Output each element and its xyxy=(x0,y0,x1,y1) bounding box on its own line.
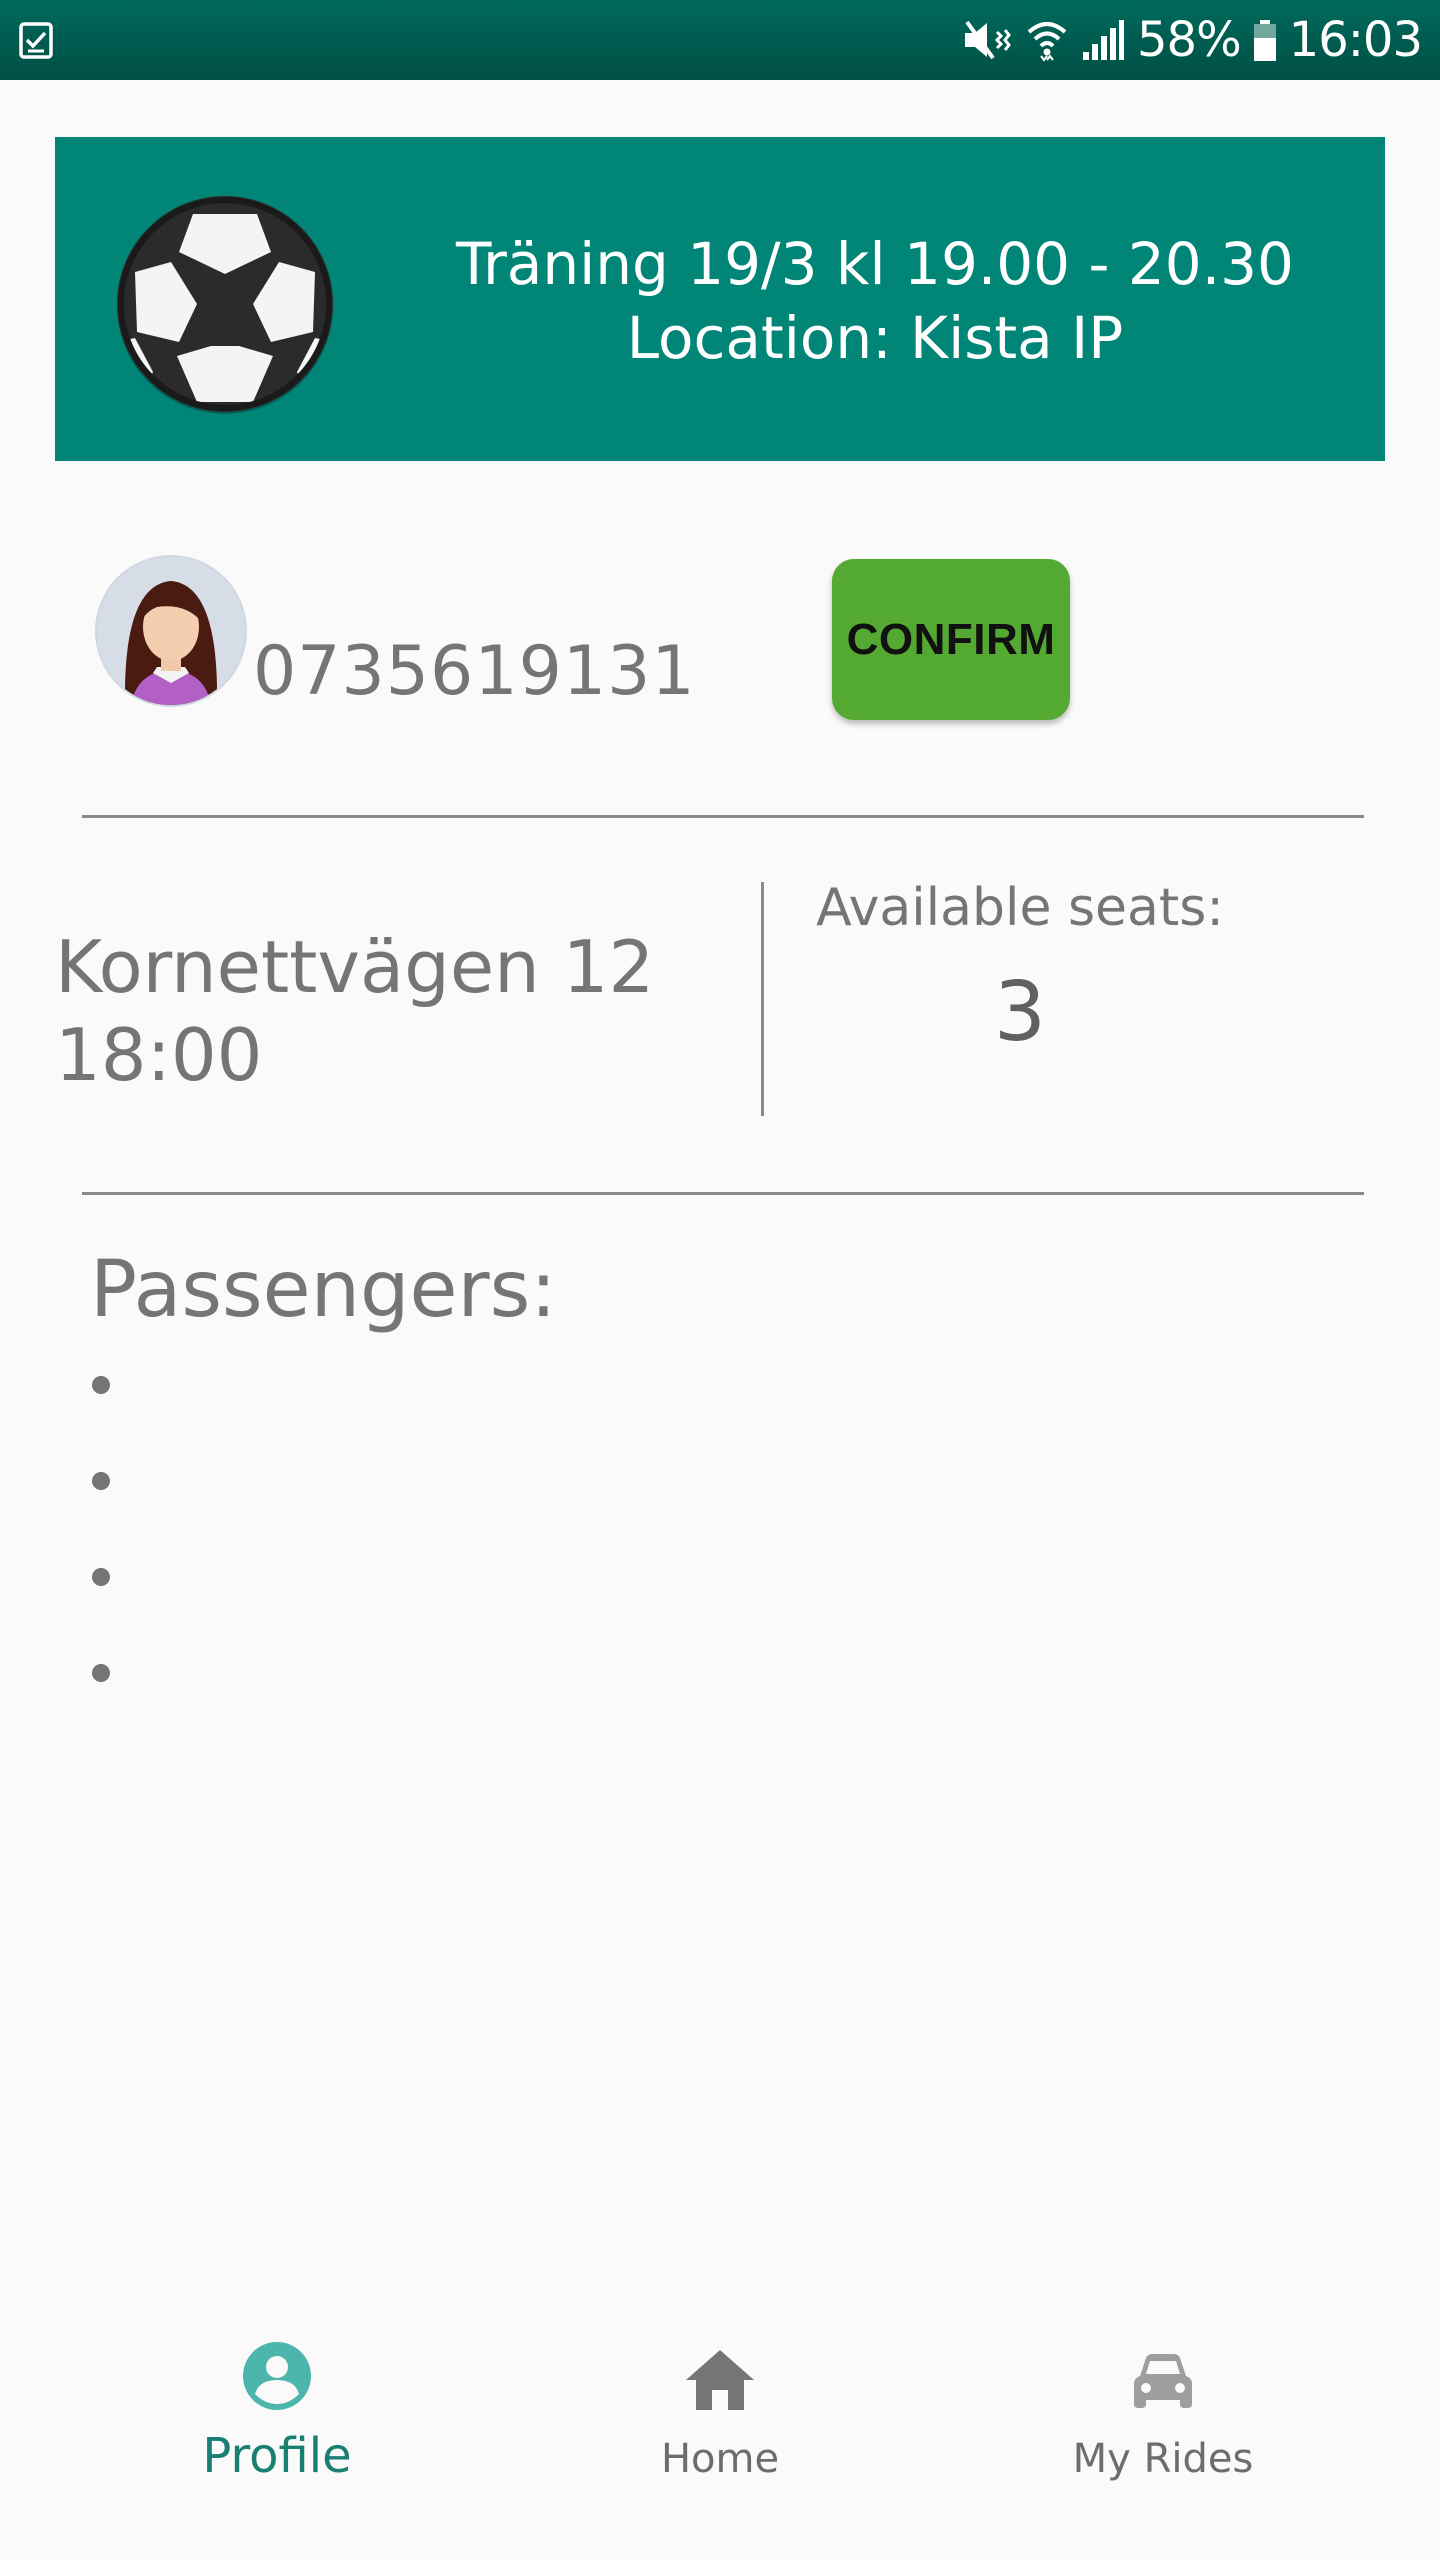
bullet xyxy=(92,1664,110,1682)
nav-item-my-rides[interactable]: My Rides xyxy=(1013,2300,1313,2520)
list-item xyxy=(88,1552,888,1648)
signal-icon xyxy=(1082,20,1124,60)
vertical-divider xyxy=(761,882,764,1116)
available-seats-label: Available seats: xyxy=(816,878,1224,938)
bullet xyxy=(92,1376,110,1394)
status-bar: 58% 16:03 xyxy=(0,0,1440,80)
divider xyxy=(82,815,1364,818)
pickup-time: 18:00 xyxy=(55,1013,263,1097)
event-banner: Träning 19/3 kl 19.00 - 20.30 Location: … xyxy=(55,137,1385,461)
nav-label-my-rides: My Rides xyxy=(1072,2436,1254,2482)
mute-icon xyxy=(964,20,1011,60)
bullet xyxy=(92,1472,110,1490)
event-location: Location: Kista IP xyxy=(626,304,1124,372)
pickup-info: Kornettvägen 12 18:00 xyxy=(55,923,745,1099)
nav-item-home[interactable]: Home xyxy=(570,2300,870,2520)
passengers-title: Passengers: xyxy=(90,1245,557,1335)
wifi-icon xyxy=(1027,22,1067,62)
avatar xyxy=(95,555,247,707)
passenger-list xyxy=(88,1360,888,1744)
home-icon xyxy=(686,2350,754,2410)
nav-item-profile[interactable]: Profile xyxy=(127,2300,427,2520)
task-icon xyxy=(18,20,54,60)
nav-label-profile: Profile xyxy=(202,2428,352,2484)
profile-icon xyxy=(243,2342,311,2410)
ride-detail-screen: 58% 16:03 Träning 19/3 kl 19.00 - 20.30 … xyxy=(0,0,1440,2560)
bottom-navigation: Profile Home My Rides xyxy=(0,2300,1440,2560)
battery-icon xyxy=(1253,20,1276,61)
list-item xyxy=(88,1648,888,1744)
confirm-button[interactable]: CONFIRM xyxy=(832,559,1070,720)
driver-phone: 0735619131 xyxy=(253,632,696,711)
soccer-ball-icon xyxy=(117,196,333,414)
list-item xyxy=(88,1456,888,1552)
list-item xyxy=(88,1360,888,1456)
available-seats-value: 3 xyxy=(993,965,1047,1060)
status-icons: 58% 16:03 xyxy=(961,0,1423,80)
bullet xyxy=(92,1568,110,1586)
event-info: Träning 19/3 kl 19.00 - 20.30 Location: … xyxy=(355,227,1395,375)
clock: 16:03 xyxy=(1288,12,1423,68)
divider xyxy=(82,1192,1364,1195)
nav-label-home: Home xyxy=(660,2436,780,2482)
battery-percent: 58% xyxy=(1136,12,1242,68)
event-title: Träning 19/3 kl 19.00 - 20.30 xyxy=(456,230,1294,298)
pickup-address: Kornettvägen 12 xyxy=(55,925,655,1009)
car-icon xyxy=(1134,2354,1192,2408)
